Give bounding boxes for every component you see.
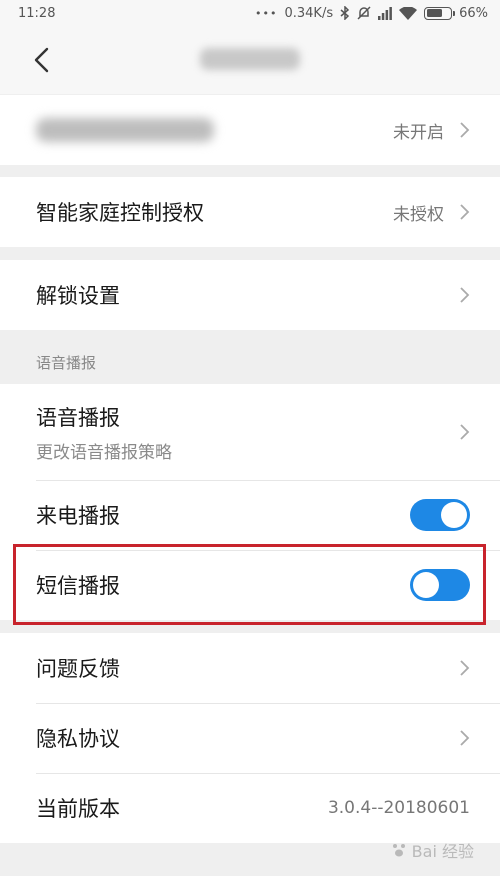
wifi-icon xyxy=(399,6,418,20)
settings-group-unlock: 解锁设置 xyxy=(0,260,500,330)
status-time: 11:28 xyxy=(18,5,56,21)
bluetooth-icon xyxy=(340,6,350,20)
signal-icon xyxy=(378,6,392,20)
chevron-right-icon xyxy=(460,660,470,676)
chevron-right-icon xyxy=(460,730,470,746)
smart-home-auth-value: 未授权 xyxy=(393,204,444,225)
settings-group-smart-home: 智能家庭控制授权 未授权 xyxy=(0,177,500,247)
app-header xyxy=(0,26,500,94)
section-title-voice: 语音播报 xyxy=(36,354,97,372)
feedback-row[interactable]: 问题反馈 xyxy=(0,633,500,703)
smart-home-auth-row[interactable]: 智能家庭控制授权 未授权 xyxy=(0,177,500,247)
status-icons: ••• 0.34K/s 66% xyxy=(255,6,488,21)
mute-alarm-icon xyxy=(357,6,371,20)
status-bar: 11:28 ••• 0.34K/s 66% xyxy=(0,0,500,26)
toggle-knob xyxy=(413,572,439,598)
network-speed: 0.34K/s xyxy=(284,5,334,21)
call-broadcast-label: 来电播报 xyxy=(36,504,120,528)
unlock-settings-row[interactable]: 解锁设置 xyxy=(0,260,500,330)
row-label-blurred xyxy=(36,118,214,142)
version-label: 当前版本 xyxy=(36,797,120,821)
voice-broadcast-row[interactable]: 语音播报 更改语音播报策略 xyxy=(0,384,500,480)
watermark: Bai 经验 xyxy=(390,838,474,862)
sms-broadcast-toggle[interactable] xyxy=(410,569,470,601)
version-row: 当前版本 3.0.4--20180601 xyxy=(0,773,500,843)
chevron-right-icon xyxy=(460,122,470,138)
chevron-right-icon xyxy=(460,204,470,220)
version-value: 3.0.4--20180601 xyxy=(327,798,470,818)
voice-broadcast-sublabel: 更改语音播报策略 xyxy=(36,442,172,463)
settings-group-first: 未开启 xyxy=(0,95,500,165)
settings-row-blurred[interactable]: 未开启 xyxy=(0,95,500,165)
unlock-settings-label: 解锁设置 xyxy=(36,284,120,308)
smart-home-auth-label: 智能家庭控制授权 xyxy=(36,201,204,225)
feedback-label: 问题反馈 xyxy=(36,657,120,681)
call-broadcast-row: 来电播报 xyxy=(0,480,500,550)
settings-group-voice: 语音播报 更改语音播报策略 来电播报 短信播报 xyxy=(0,384,500,620)
more-indicator: ••• xyxy=(255,6,278,20)
chevron-left-icon[interactable] xyxy=(30,46,54,74)
row-value: 未开启 xyxy=(393,122,444,143)
settings-group-misc: 问题反馈 隐私协议 当前版本 3.0.4--20180601 xyxy=(0,633,500,843)
paw-icon xyxy=(392,844,405,857)
voice-broadcast-label: 语音播报 xyxy=(36,405,120,430)
chevron-right-icon xyxy=(460,287,470,303)
privacy-label: 隐私协议 xyxy=(36,727,120,751)
battery-icon xyxy=(424,6,456,20)
battery-percent: 66% xyxy=(459,5,488,21)
call-broadcast-toggle[interactable] xyxy=(410,499,470,531)
sms-broadcast-row: 短信播报 xyxy=(0,550,500,620)
watermark-text: Bai 经验 xyxy=(411,842,474,861)
page-title-blurred xyxy=(200,48,300,70)
battery-fill xyxy=(426,9,442,17)
toggle-knob xyxy=(441,502,467,528)
sms-broadcast-label: 短信播报 xyxy=(36,574,120,598)
chevron-right-icon xyxy=(460,424,470,440)
privacy-row[interactable]: 隐私协议 xyxy=(0,703,500,773)
